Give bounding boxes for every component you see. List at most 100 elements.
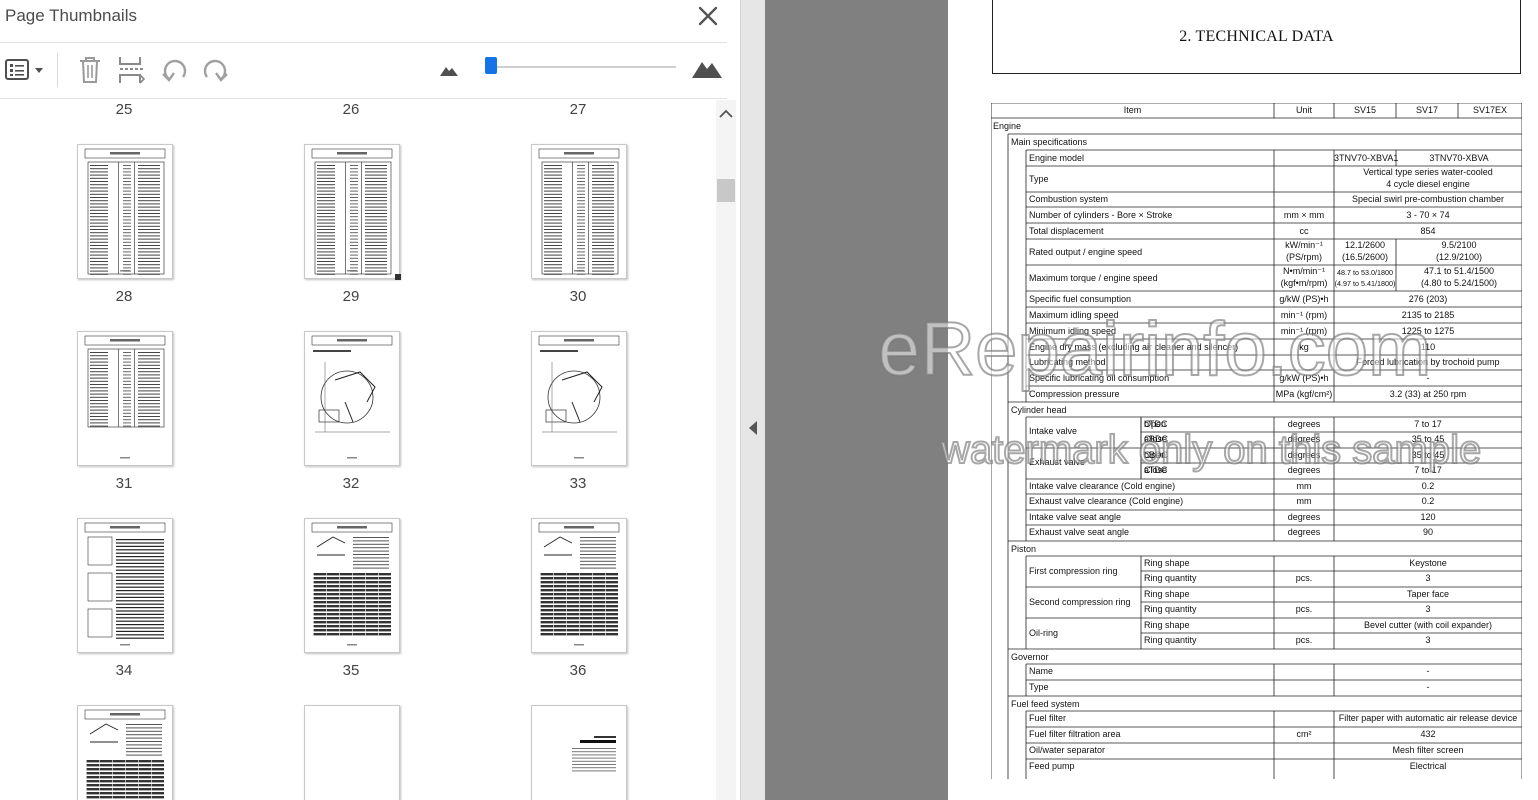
row-label: bTDC <box>1144 419 1168 429</box>
row-label: Engine model <box>1029 152 1085 163</box>
unit-cell: mm × mm <box>1283 209 1325 220</box>
unit-cell: g/kW (PS)•h <box>1279 293 1329 304</box>
value-cell: 3 <box>1425 635 1431 645</box>
page-title: 2. TECHNICAL DATA <box>1179 28 1334 45</box>
scrollbar-thumb[interactable] <box>717 179 735 202</box>
document-view[interactable]: 2. TECHNICAL DATA Item Unit SV15 SV17 SV17EX… <box>766 0 1538 800</box>
page-number-label: 27 <box>569 101 587 118</box>
scroll-up-icon[interactable] <box>719 106 733 118</box>
row-label: Minimum idling speed <box>1029 325 1117 336</box>
row-label: Fuel filter <box>1029 713 1067 723</box>
unit-cell: degrees <box>1287 434 1321 444</box>
delete-pages-button[interactable] <box>77 55 103 85</box>
page-thumbnail[interactable] <box>531 705 627 800</box>
value-cell: 110 <box>1420 341 1436 352</box>
value-cell: 276 (203) <box>1408 293 1448 304</box>
column-header: SV17EX <box>1472 105 1508 115</box>
rotate-clockwise-button[interactable] <box>200 55 230 85</box>
row-label: Ring quantity <box>1144 573 1197 583</box>
unit-cell: mm <box>1296 481 1312 491</box>
page-number-label: 35 <box>342 662 360 679</box>
toolbar-divider <box>57 53 58 87</box>
row-label: Fuel filter filtration area <box>1029 729 1121 739</box>
page-thumbnail[interactable] <box>304 518 400 653</box>
unit-cell: degrees <box>1287 419 1321 429</box>
thumbnail-page-preview <box>84 522 166 646</box>
column-header: SV15 <box>1353 105 1377 115</box>
row-label: Exhaust valve <box>1029 457 1086 467</box>
rotate-counterclockwise-button[interactable] <box>160 55 190 85</box>
section-heading: Engine <box>993 121 1022 131</box>
zoom-in-thumbnails-button[interactable] <box>691 57 723 79</box>
slider-thumb[interactable] <box>485 57 497 74</box>
thumbnail-page-preview <box>84 148 166 275</box>
row-label: Second compression ring <box>1029 597 1131 607</box>
value-cell: 3 <box>1425 573 1431 583</box>
row-label: Combustion system <box>1029 194 1109 204</box>
page-thumbnail[interactable] <box>531 518 627 653</box>
value-cell: 854 <box>1420 225 1436 236</box>
page-thumbnail[interactable] <box>531 331 627 466</box>
value-cell: 47.1 to 51.4/1500 <box>1423 266 1495 276</box>
page-thumbnail[interactable] <box>531 144 627 279</box>
technical-data-table: Item Unit SV15 SV17 SV17EX Engine Main specifi… <box>991 103 1522 779</box>
thumbnail-page-preview <box>84 709 166 800</box>
thumbnail-page-preview <box>305 706 399 800</box>
unit-cell: pcs. <box>1295 573 1313 583</box>
value-cell: 2135 to 2185 <box>1401 309 1455 320</box>
insert-pages-button[interactable] <box>118 55 146 85</box>
value-cell: 12.1/2600 <box>1344 240 1386 250</box>
unit-cell: degrees <box>1287 527 1321 537</box>
value-cell: 3TNV70-XBVA1 <box>1334 152 1399 163</box>
page-thumbnail[interactable] <box>77 331 173 466</box>
row-label: aTDC <box>1144 465 1168 475</box>
value-cell: (4.97 to 5.41/1800) <box>1334 279 1396 288</box>
section-heading: Fuel feed system <box>1011 699 1080 709</box>
page-thumbnail[interactable] <box>304 705 400 800</box>
row-label: Feed pump <box>1029 761 1075 771</box>
selection-marker <box>395 274 401 280</box>
page-thumbnail[interactable] <box>77 144 173 279</box>
value-cell: 90 <box>1422 527 1433 537</box>
thumbnail-scrollbar[interactable] <box>716 100 736 800</box>
page-thumbnail[interactable] <box>77 705 173 800</box>
unit-cell: min⁻¹ (rpm) <box>1280 309 1328 320</box>
row-label: Intake valve <box>1029 426 1078 436</box>
row-label: Compression pressure <box>1029 388 1120 399</box>
row-label: Lubricating method <box>1029 357 1106 367</box>
small-mountain-icon <box>440 67 458 76</box>
value-cell: Special swirl pre-combustion chamber <box>1351 194 1505 204</box>
zoom-out-thumbnails-button[interactable] <box>439 63 459 77</box>
value-cell: 35 to 45 <box>1411 434 1445 444</box>
row-label: Exhaust valve seat angle <box>1029 527 1130 537</box>
panel-splitter[interactable] <box>741 0 765 800</box>
page-thumbnail[interactable] <box>304 144 400 279</box>
row-label: Number of cylinders - Bore × Stroke <box>1029 209 1173 220</box>
unit-cell: (PS/rpm) <box>1286 252 1322 262</box>
trash-icon <box>80 57 100 83</box>
page-thumbnail[interactable] <box>304 331 400 466</box>
thumbnail-grid: 25 26 27 28 29 30 31 32 33 34 35 36 <box>0 98 727 800</box>
collapse-panel-icon[interactable] <box>748 420 758 436</box>
unit-cell: pcs. <box>1295 635 1313 645</box>
thumbnail-options-icon <box>5 59 43 80</box>
row-label: Ring quantity <box>1144 635 1197 645</box>
page-number-label: 32 <box>342 475 360 492</box>
row-label: Engine dry mass (excluding air cleaner a… <box>1029 341 1239 352</box>
unit-cell: N•m/min⁻¹ <box>1283 266 1325 276</box>
value-cell: 48.7 to 53.0/1800 <box>1337 268 1393 277</box>
page-number-label: 36 <box>569 662 587 679</box>
unit-cell: degrees <box>1287 512 1321 522</box>
value-cell: 3 <box>1425 604 1431 614</box>
thumbnail-options-button[interactable] <box>5 58 45 82</box>
close-icon[interactable] <box>697 5 719 27</box>
page-thumbnail[interactable] <box>77 518 173 653</box>
page-number-label: 33 <box>569 475 587 492</box>
document-page: 2. TECHNICAL DATA Item Unit SV15 SV17 SV17EX… <box>948 0 1538 800</box>
row-label: Maximum torque / engine speed <box>1029 272 1158 283</box>
unit-cell: pcs. <box>1295 604 1313 614</box>
value-cell: 3TNV70-XBVA <box>1429 152 1489 163</box>
section-heading: Cylinder head <box>1011 405 1067 415</box>
thumbnail-size-slider[interactable] <box>491 66 676 68</box>
panel-title: Page Thumbnails <box>5 6 137 25</box>
